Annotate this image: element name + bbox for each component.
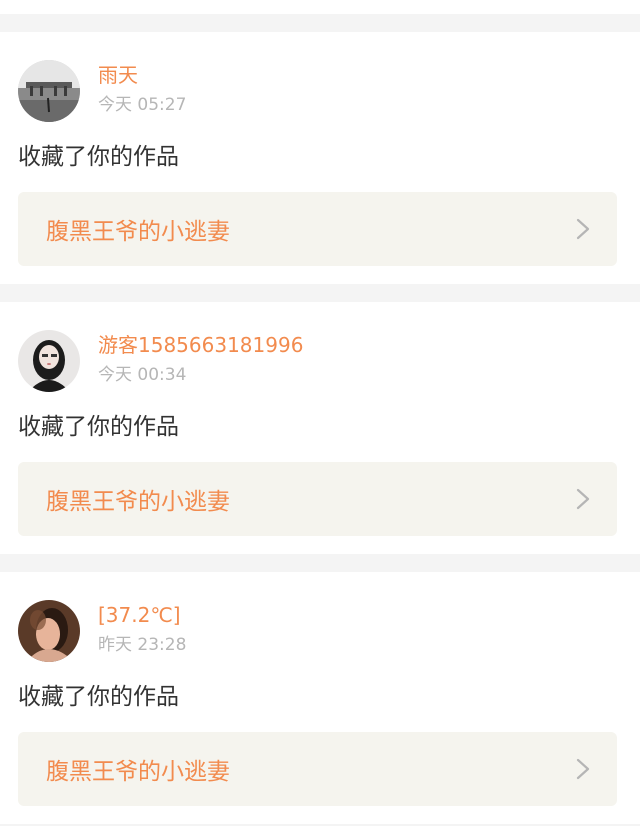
- timestamp: 今天 05:27: [98, 95, 187, 115]
- timestamp: 今天 00:34: [98, 365, 187, 385]
- notification-header: 雨天 今天 05:27: [18, 60, 186, 122]
- top-strip: [0, 0, 640, 14]
- username-link[interactable]: [37.2℃]: [98, 602, 186, 628]
- user-meta: 游客1585663181996 今天 00:34: [98, 333, 303, 386]
- work-title: 腹黑王爷的小逃妻: [46, 219, 230, 245]
- work-link-button[interactable]: 腹黑王爷的小逃妻: [18, 462, 617, 536]
- chevron-right-icon: [576, 758, 590, 780]
- timestamp: 昨天 23:28: [98, 635, 187, 655]
- chevron-right-icon: [576, 218, 590, 240]
- work-title: 腹黑王爷的小逃妻: [46, 489, 230, 515]
- notification-card: 游客1585663181996 今天 00:34 收藏了你的作品 腹黑王爷的小逃…: [0, 302, 640, 554]
- avatar[interactable]: [18, 60, 80, 122]
- user-meta: 雨天 今天 05:27: [98, 63, 187, 116]
- username-link[interactable]: 游客1585663181996: [98, 332, 303, 358]
- rain-landscape-avatar-icon: [18, 60, 80, 122]
- username-link[interactable]: 雨天: [98, 62, 186, 88]
- work-link-button[interactable]: 腹黑王爷的小逃妻: [18, 192, 617, 266]
- notification-header: 游客1585663181996 今天 00:34: [18, 330, 303, 392]
- work-title: 腹黑王爷的小逃妻: [46, 759, 230, 785]
- action-text: 收藏了你的作品: [18, 144, 179, 170]
- action-text: 收藏了你的作品: [18, 414, 179, 440]
- avatar[interactable]: [18, 600, 80, 662]
- girl-portrait-avatar-icon: [18, 330, 80, 392]
- chevron-right-icon: [576, 488, 590, 510]
- notification-feed: 雨天 今天 05:27 收藏了你的作品 腹黑王爷的小逃妻 游客158566318…: [0, 0, 640, 824]
- notification-header: [37.2℃] 昨天 23:28: [18, 600, 186, 662]
- avatar[interactable]: [18, 330, 80, 392]
- notification-card: 雨天 今天 05:27 收藏了你的作品 腹黑王爷的小逃妻: [0, 32, 640, 284]
- notification-card: [37.2℃] 昨天 23:28 收藏了你的作品 腹黑王爷的小逃妻: [0, 572, 640, 824]
- action-text: 收藏了你的作品: [18, 684, 179, 710]
- user-meta: [37.2℃] 昨天 23:28: [98, 603, 187, 656]
- work-link-button[interactable]: 腹黑王爷的小逃妻: [18, 732, 617, 806]
- warm-portrait-avatar-icon: [18, 600, 80, 662]
